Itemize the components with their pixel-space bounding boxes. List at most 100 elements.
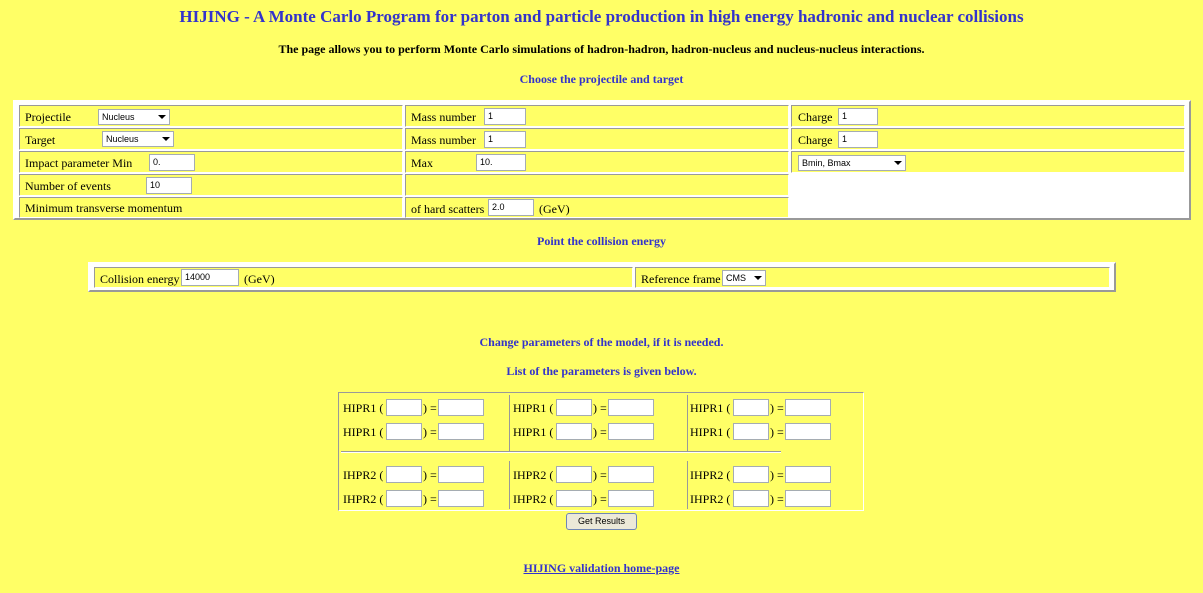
equals-label: ) = [770, 468, 784, 482]
impact-min-input[interactable]: 0. [149, 154, 195, 171]
targ-mass-input[interactable]: 1 [484, 131, 526, 148]
impact-mode-cell: Bmin, Bmax [791, 151, 1185, 173]
ihpr-label: IHPR2 ( [343, 492, 384, 506]
ptmin-cell: Minimum transverse momentum [19, 197, 403, 218]
equals-label: ) = [593, 492, 607, 506]
home-page-link-text[interactable]: HIJING validation home-page [523, 561, 679, 575]
param-row: HIPR1 ( ) = [690, 399, 855, 417]
hipr-value-input[interactable] [785, 399, 831, 416]
hard-scatter-input[interactable]: 2.0 [488, 199, 534, 216]
hipr-index-input[interactable] [556, 423, 592, 440]
ihpr-value-input[interactable] [608, 466, 654, 483]
gev-unit-label: (GeV) [539, 202, 570, 216]
hipr-value-input[interactable] [785, 423, 831, 440]
divider [341, 451, 781, 453]
frame-select[interactable]: CMS [722, 270, 766, 286]
param-row: IHPR2 ( ) = [690, 490, 855, 508]
ihpr-index-input[interactable] [556, 490, 592, 507]
row-projectile-cell: Projectile Nucleus [19, 105, 403, 127]
param-row: HIPR1 ( ) = [343, 399, 503, 417]
home-page-link[interactable]: HIJING validation home-page [0, 561, 1203, 576]
frame-select-value: CMS [726, 273, 746, 283]
impact-min-cell: Impact parameter Min 0. [19, 151, 403, 173]
ihpr-value-input[interactable] [438, 466, 484, 483]
param-row: IHPR2 ( ) = [343, 466, 503, 484]
projectile-label: Projectile [25, 110, 71, 124]
hipr-index-input[interactable] [386, 423, 422, 440]
hipr-index-input[interactable] [733, 399, 769, 416]
row-target-cell: Target Nucleus [19, 128, 403, 150]
ihpr-label: IHPR2 ( [690, 468, 731, 482]
choose-heading: Choose the projectile and target [519, 72, 684, 86]
hipr-index-input[interactable] [556, 399, 592, 416]
ihpr-value-input[interactable] [785, 466, 831, 483]
impact-min-label: Impact parameter Min [25, 156, 133, 170]
page-subtitle: The page allows you to perform Monte Car… [278, 42, 925, 56]
events-input[interactable]: 10 [146, 177, 192, 194]
ihpr-index-input[interactable] [556, 466, 592, 483]
targ-charge-input[interactable]: 1 [838, 131, 878, 148]
targ-mass-cell: Mass number 1 [405, 128, 789, 150]
target-label: Target [25, 133, 56, 147]
chevron-down-icon [162, 137, 170, 141]
hipr-value-input[interactable] [438, 399, 484, 416]
ihpr-label: IHPR2 ( [513, 492, 554, 506]
hipr-label: HIPR1 ( [513, 425, 554, 439]
params-heading: Change parameters of the model, if it is… [479, 335, 724, 349]
targ-mass-label: Mass number [411, 133, 476, 147]
param-row: IHPR2 ( ) = [513, 466, 673, 484]
equals-label: ) = [423, 468, 437, 482]
energy-cell: Collision energy 14000 (GeV) [94, 267, 633, 288]
hipr-value-input[interactable] [608, 423, 654, 440]
param-row: IHPR2 ( ) = [690, 466, 855, 484]
proj-charge-input[interactable]: 1 [838, 108, 878, 125]
hipr-label: HIPR1 ( [343, 425, 384, 439]
ihpr-value-input[interactable] [438, 490, 484, 507]
param-row: HIPR1 ( ) = [513, 423, 673, 441]
ihpr-index-input[interactable] [733, 466, 769, 483]
equals-label: ) = [423, 425, 437, 439]
ihpr-index-input[interactable] [386, 490, 422, 507]
target-select[interactable]: Nucleus [102, 131, 174, 147]
equals-label: ) = [593, 401, 607, 415]
params-list-heading: List of the parameters is given below. [506, 364, 697, 378]
ihpr-index-input[interactable] [386, 466, 422, 483]
targ-charge-label: Charge [798, 133, 833, 147]
hipr-value-input[interactable] [438, 423, 484, 440]
target-select-value: Nucleus [106, 134, 139, 144]
ihpr-index-input[interactable] [733, 490, 769, 507]
param-row: HIPR1 ( ) = [690, 423, 855, 441]
param-row: HIPR1 ( ) = [513, 399, 673, 417]
chevron-down-icon [158, 115, 166, 119]
param-row: IHPR2 ( ) = [513, 490, 673, 508]
hipr-value-input[interactable] [608, 399, 654, 416]
hipr-label: HIPR1 ( [343, 401, 384, 415]
hipr-index-input[interactable] [386, 399, 422, 416]
equals-label: ) = [423, 401, 437, 415]
equals-label: ) = [593, 425, 607, 439]
params-table: HIPR1 ( ) = HIPR1 ( ) = HIPR1 ( ) = HIPR… [338, 392, 864, 511]
ihpr-value-input[interactable] [608, 490, 654, 507]
projectile-select[interactable]: Nucleus [98, 109, 170, 125]
equals-label: ) = [770, 425, 784, 439]
energy-heading: Point the collision energy [537, 234, 666, 248]
proj-charge-label: Charge [798, 110, 833, 124]
chevron-down-icon [894, 161, 902, 165]
impact-max-cell: Max 10. [405, 151, 789, 173]
empty-cell [405, 174, 789, 196]
proj-mass-input[interactable]: 1 [484, 108, 526, 125]
impact-mode-select[interactable]: Bmin, Bmax [798, 155, 906, 171]
frame-label: Reference frame [641, 272, 721, 286]
proj-mass-cell: Mass number 1 [405, 105, 789, 127]
ihpr-label: IHPR2 ( [513, 468, 554, 482]
proj-mass-label: Mass number [411, 110, 476, 124]
events-label: Number of events [25, 179, 111, 193]
energy-table: Collision energy 14000 (GeV) Reference f… [88, 262, 1116, 292]
hipr-index-input[interactable] [733, 423, 769, 440]
chevron-down-icon [754, 276, 762, 280]
projectile-table: Projectile Nucleus Mass number 1 Charge … [13, 100, 1191, 220]
get-results-button[interactable]: Get Results [566, 513, 637, 530]
energy-input[interactable]: 14000 [181, 269, 239, 286]
ihpr-value-input[interactable] [785, 490, 831, 507]
impact-max-input[interactable]: 10. [476, 154, 526, 171]
